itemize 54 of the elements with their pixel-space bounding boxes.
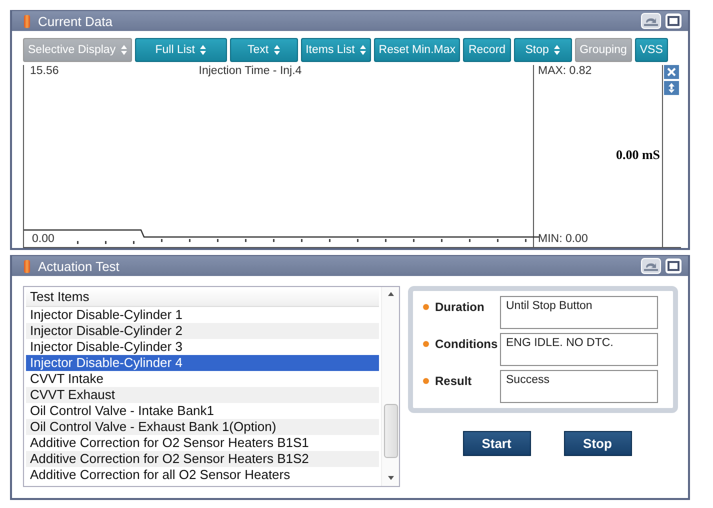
resize-icon[interactable] xyxy=(664,81,679,95)
toolbar-button[interactable]: Stop xyxy=(514,38,572,62)
current-value: 0.00 mS xyxy=(614,147,661,163)
max-scale-reading: 15.56 xyxy=(30,65,59,77)
list-item[interactable]: Injector Disable-Cylinder 3 xyxy=(26,339,379,355)
panel-title: Current Data xyxy=(38,14,114,28)
list-item[interactable]: Oil Control Valve - Intake Bank1 xyxy=(26,403,379,419)
field-label: Result xyxy=(435,374,472,388)
list-item[interactable]: Additive Correction for O2 Sensor Heaters B1S2 xyxy=(26,451,379,467)
bullet-icon xyxy=(423,304,429,310)
toolbar-button[interactable]: Record xyxy=(463,38,511,62)
scrollbar[interactable] xyxy=(381,287,399,486)
retry-icon[interactable] xyxy=(641,258,661,274)
scroll-down-icon[interactable] xyxy=(388,476,394,480)
list-item[interactable]: Injector Disable-Cylinder 4 xyxy=(26,355,379,371)
field-label: Duration xyxy=(435,300,484,314)
graph-title: Injection Time - Inj.4 xyxy=(198,65,302,77)
list-item[interactable]: Additive Correction for all O2 Sensor Heaters xyxy=(26,467,379,483)
list-item[interactable]: Additive Correction for O2 Sensor Heaters B1S1 xyxy=(26,435,379,451)
value-field: Success xyxy=(500,370,658,403)
value-field: ENG IDLE. NO DTC. xyxy=(500,333,658,366)
caret-icon xyxy=(554,45,560,55)
caret-icon xyxy=(200,45,206,55)
toolbar-button[interactable]: Full List xyxy=(134,38,227,62)
toolbar-button[interactable]: Items List xyxy=(300,38,371,62)
list-item[interactable]: CVVT Intake xyxy=(26,371,379,387)
bullet-icon xyxy=(423,378,429,384)
toolbar-button[interactable]: Reset Min.Max xyxy=(374,38,460,62)
toolbar-button[interactable]: Text xyxy=(230,38,298,62)
toolbar-button[interactable]: VSS xyxy=(634,38,668,62)
max-reading: MAX: 0.82 xyxy=(538,65,593,77)
close-icon[interactable] xyxy=(664,65,679,79)
action-button[interactable]: Start xyxy=(462,431,530,456)
scroll-up-icon[interactable] xyxy=(388,292,394,296)
caret-icon xyxy=(274,45,280,55)
caret-icon xyxy=(120,45,127,55)
list-item[interactable]: Oil Control Valve - Exhaust Bank 1(Option) xyxy=(26,419,379,435)
value-field: Until Stop Button xyxy=(500,296,658,329)
min-scale-reading: 0.00 xyxy=(32,233,54,245)
list-item[interactable]: CVVT Exhaust xyxy=(26,387,379,403)
scroll-thumb[interactable] xyxy=(384,404,398,458)
list-item[interactable]: Injector Disable-Cylinder 1 xyxy=(26,307,379,323)
retry-icon[interactable] xyxy=(641,13,661,29)
lamp-icon xyxy=(24,260,30,272)
min-reading: MIN: 0.00 xyxy=(538,233,589,245)
maximize-icon[interactable] xyxy=(665,13,682,29)
field-label: Conditions xyxy=(435,337,498,351)
panel-title: Actuation Test xyxy=(38,258,120,274)
lamp-icon xyxy=(24,14,30,28)
list-item[interactable]: Injector Disable-Cylinder 2 xyxy=(26,323,379,339)
bullet-icon xyxy=(423,341,429,347)
maximize-icon[interactable] xyxy=(665,258,682,274)
action-button[interactable]: Stop xyxy=(564,431,632,456)
caret-icon xyxy=(360,45,366,55)
